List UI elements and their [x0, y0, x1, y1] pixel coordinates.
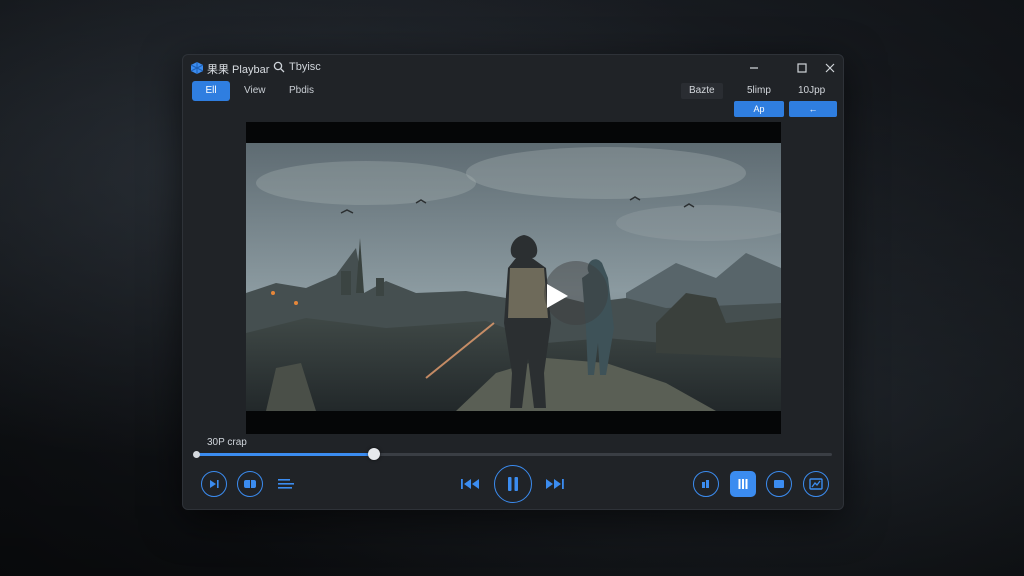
rewind-icon: [461, 479, 479, 489]
menu-item-pbdis[interactable]: Pbdis: [279, 81, 324, 101]
play-icon: [547, 284, 568, 308]
pause-icon: [508, 477, 518, 491]
screenshot-icon: [809, 478, 823, 490]
window-icon: [774, 480, 784, 488]
play-overlay-button[interactable]: [544, 261, 608, 325]
seek-start-dot: [193, 451, 200, 458]
playlist-icon: [278, 479, 294, 489]
minimize-button[interactable]: [743, 59, 765, 77]
window-title: 果果 Playbar: [207, 64, 270, 76]
play-next-icon: [210, 480, 219, 488]
equalizer-icon: [738, 479, 748, 489]
fast-forward-icon: [546, 479, 564, 489]
chip-bazte[interactable]: Bazte: [681, 83, 723, 99]
video-area[interactable]: [246, 122, 781, 434]
subtitle-icon: [244, 480, 256, 488]
time-label: 30P crap: [207, 437, 247, 448]
rewind-button[interactable]: [458, 473, 482, 495]
close-button[interactable]: [819, 59, 841, 77]
playlist-button[interactable]: [274, 473, 298, 495]
screenshot-button[interactable]: [803, 471, 829, 497]
menu-item-view[interactable]: View: [234, 81, 276, 101]
search-text[interactable]: Tbyisc: [289, 61, 321, 73]
chip-10jpp[interactable]: 10Jpp: [790, 83, 833, 99]
subtitle-button[interactable]: [237, 471, 263, 497]
maximize-icon: [797, 63, 807, 73]
video-frame: [246, 143, 781, 411]
ap-button[interactable]: Ap: [734, 101, 784, 117]
menu-item-ell[interactable]: Ell: [192, 81, 230, 101]
maximize-button[interactable]: [791, 59, 813, 77]
app-logo-icon: [190, 62, 204, 74]
audio-icon: [702, 480, 709, 488]
title-bar: 果果 Playbar Tbyisc: [183, 55, 843, 81]
search-icon[interactable]: [273, 61, 285, 73]
window-mode-button[interactable]: [766, 471, 792, 497]
seek-bar-fill: [196, 453, 375, 456]
chip-5limp[interactable]: 5limp: [739, 83, 779, 99]
equalizer-button[interactable]: [730, 471, 756, 497]
play-next-button[interactable]: [201, 471, 227, 497]
seek-bar[interactable]: [196, 453, 832, 456]
pause-button[interactable]: [494, 465, 532, 503]
minimize-icon: [750, 67, 758, 69]
player-window: 果果 Playbar Tbyisc Ell View Pbdis Bazte 5…: [182, 54, 844, 510]
audio-button[interactable]: [693, 471, 719, 497]
fast-forward-button[interactable]: [543, 473, 567, 495]
back-button[interactable]: ←: [789, 101, 837, 117]
seek-knob[interactable]: [368, 448, 381, 460]
close-icon: [825, 63, 835, 73]
